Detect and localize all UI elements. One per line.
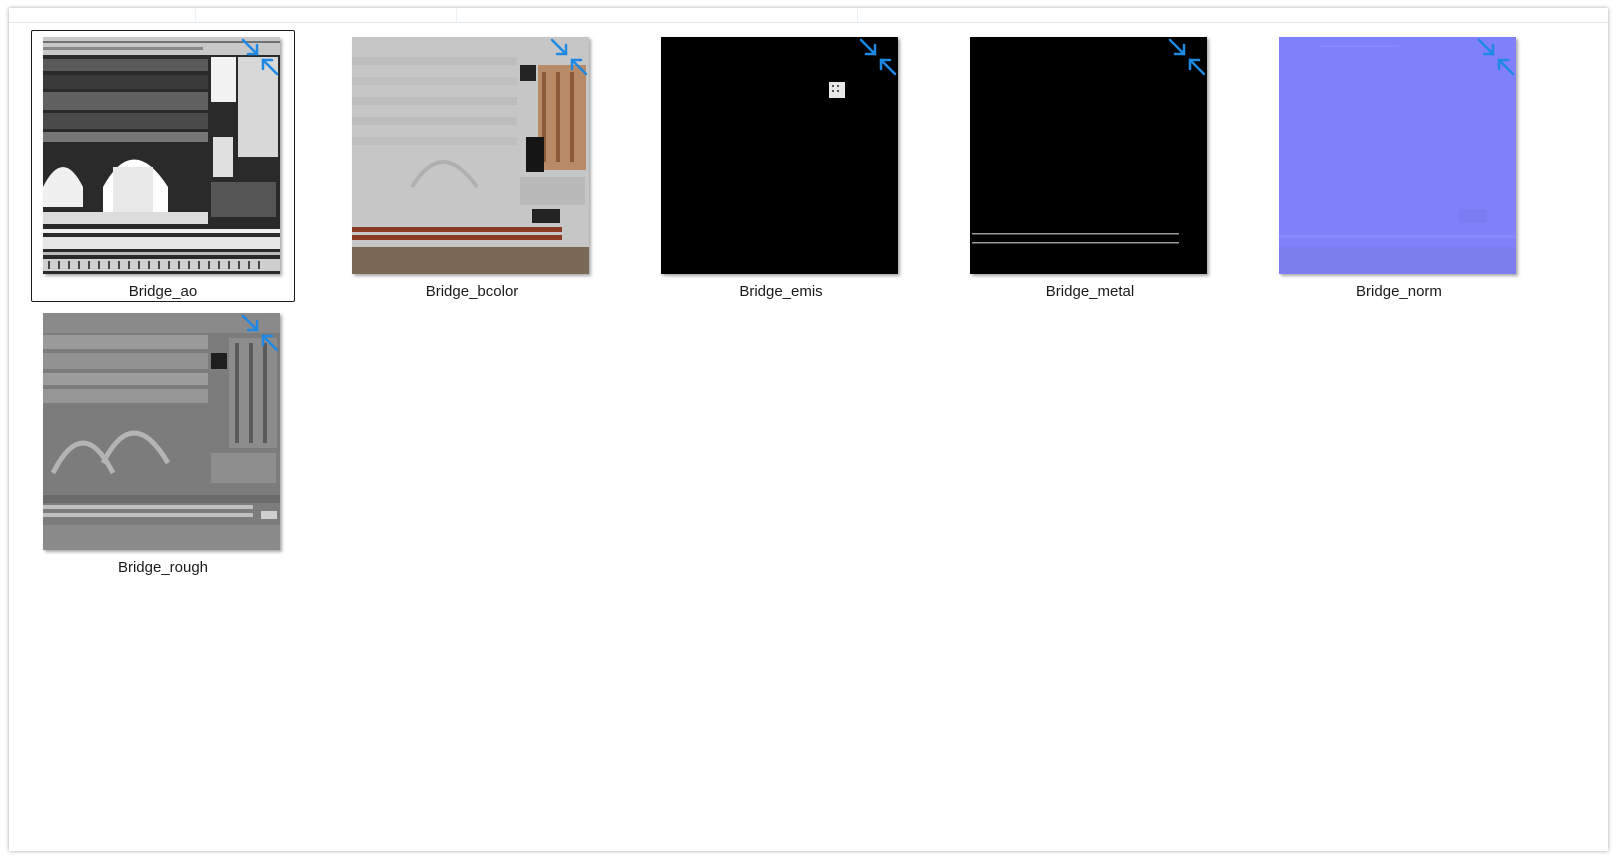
header-strip [9,8,1608,23]
file-tile-bridge-norm[interactable]: Bridge_norm [1267,30,1531,302]
file-grid: Bridge_ao Bridge_bcolor Bridge_emis Brid… [9,23,1608,851]
thumbnail-image [970,37,1207,274]
file-name-label: Bridge_emis [739,283,823,300]
thumbnail-image [661,37,898,274]
file-tile-bridge-metal[interactable]: Bridge_metal [958,30,1222,302]
thumbnail-image [352,37,589,274]
file-name-label: Bridge_ao [128,283,198,300]
thumbnail-image [1279,37,1516,274]
thumbnail-image [43,313,280,550]
file-tile-bridge-bcolor[interactable]: Bridge_bcolor [340,30,604,302]
compress-arrows-icon [549,37,589,77]
file-explorer-window: Bridge_ao Bridge_bcolor Bridge_emis Brid… [9,8,1608,851]
compress-arrows-icon [1476,37,1516,77]
file-tile-bridge-rough[interactable]: Bridge_rough [31,306,295,578]
compress-arrows-icon [240,313,280,353]
compress-arrows-icon [858,37,898,77]
file-name-label: Bridge_bcolor [425,283,519,300]
file-name-label: Bridge_metal [1045,283,1135,300]
compress-arrows-icon [240,37,280,77]
compress-arrows-icon [1167,37,1207,77]
file-tile-bridge-ao[interactable]: Bridge_ao [31,30,295,302]
file-tile-bridge-emis[interactable]: Bridge_emis [649,30,913,302]
file-name-label: Bridge_norm [1356,283,1442,300]
file-name-label: Bridge_rough [117,559,209,576]
thumbnail-image [43,37,280,274]
